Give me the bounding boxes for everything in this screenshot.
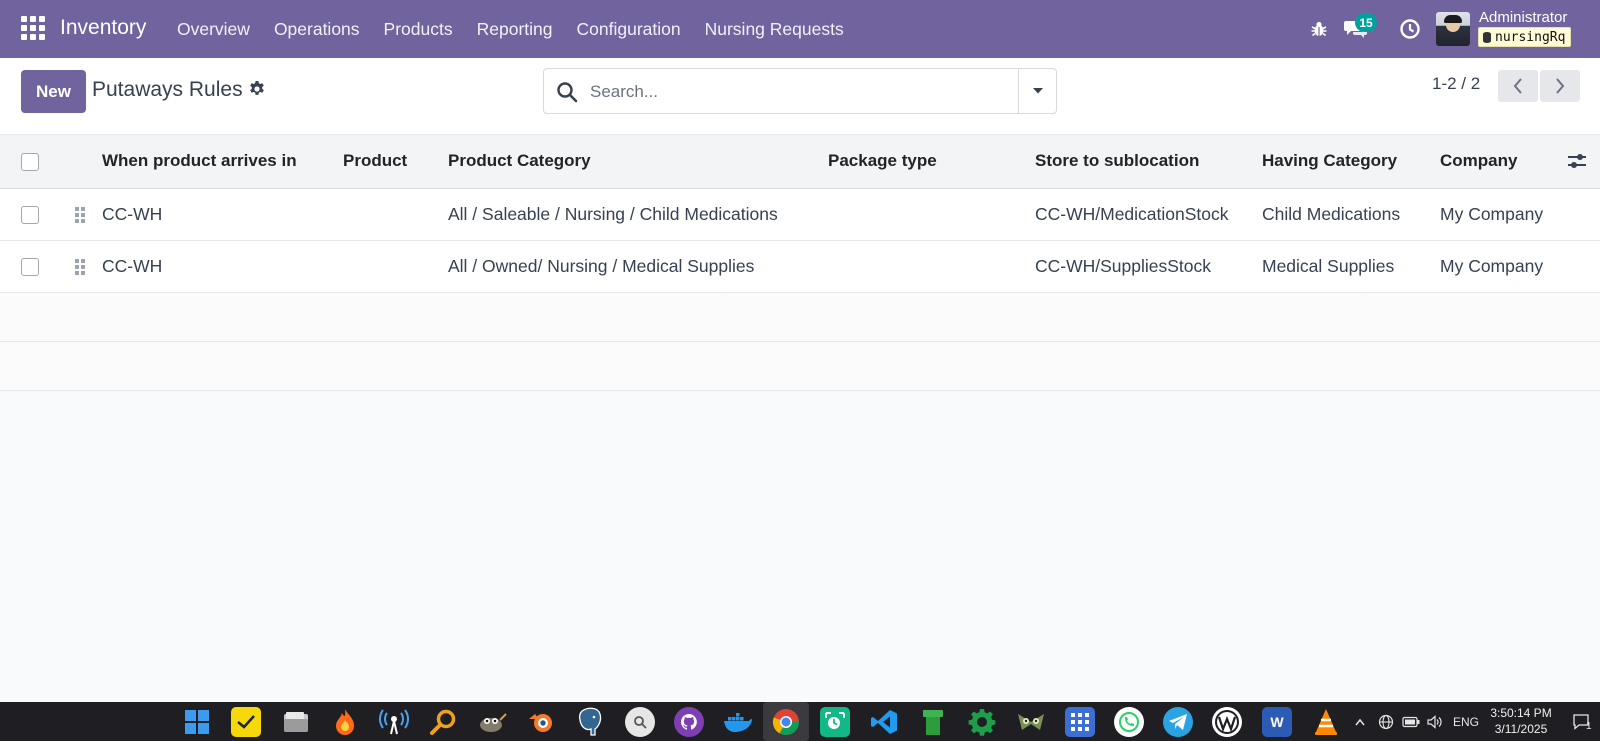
database-name: nursingRq	[1495, 29, 1566, 45]
windows-taskbar: W ENG 3:50:14 PM 3/11/2025 1	[0, 702, 1600, 741]
new-button[interactable]: New	[21, 70, 86, 113]
column-header-store-to-sublocation[interactable]: Store to sublocation	[1035, 151, 1199, 171]
chrome-icon[interactable]	[771, 707, 801, 737]
database-chip: nursingRq	[1478, 27, 1572, 47]
menu-products[interactable]: Products	[372, 19, 465, 40]
messages-count-badge: 15	[1355, 13, 1377, 32]
search-box	[543, 68, 1057, 114]
caret-down-icon	[1032, 88, 1043, 94]
telegram-icon[interactable]	[1163, 707, 1193, 737]
bug-icon[interactable]	[1307, 17, 1331, 41]
empty-row	[0, 293, 1600, 342]
pager-previous-button[interactable]	[1498, 70, 1538, 102]
drag-handle-icon[interactable]	[75, 259, 85, 275]
volume-icon[interactable]	[1426, 702, 1444, 741]
whatsapp-icon[interactable]	[1114, 707, 1144, 737]
row-checkbox[interactable]	[21, 258, 39, 276]
table-header: When product arrives in Product Product …	[0, 135, 1600, 189]
cell-arrives-in: CC-WH	[102, 204, 163, 224]
app-grid-icon[interactable]	[1065, 707, 1095, 737]
column-header-product-category[interactable]: Product Category	[448, 151, 591, 171]
globe-icon[interactable]	[1378, 702, 1394, 741]
cell-arrives-in: CC-WH	[102, 256, 163, 276]
user-avatar[interactable]	[1436, 12, 1470, 46]
cell-company: My Company	[1440, 256, 1544, 276]
column-header-product[interactable]: Product	[343, 151, 407, 171]
table-row[interactable]: CC-WH All / Saleable / Nursing / Child M…	[0, 189, 1600, 241]
search-input[interactable]	[590, 77, 1020, 107]
column-header-arrives-in[interactable]: When product arrives in	[102, 151, 297, 171]
empty-row	[0, 342, 1600, 391]
clock-date: 3/11/2025	[1494, 722, 1548, 736]
cell-having-category: Child Medications	[1262, 204, 1401, 224]
battery-icon[interactable]	[1402, 702, 1420, 741]
network-tool-icon[interactable]	[379, 707, 409, 737]
menu-operations[interactable]: Operations	[262, 19, 372, 40]
cell-store-to-sublocation: CC-WH/SuppliesStock	[1035, 256, 1212, 276]
menu-nursing-requests[interactable]: Nursing Requests	[693, 19, 856, 40]
row-checkbox[interactable]	[21, 206, 39, 224]
cell-store-to-sublocation: CC-WH/MedicationStock	[1035, 204, 1229, 224]
table-row[interactable]: CC-WH All / Owned/ Nursing / Medical Sup…	[0, 241, 1600, 293]
file-explorer-icon[interactable]	[281, 707, 311, 737]
cell-company: My Company	[1440, 204, 1544, 224]
blender-icon[interactable]	[526, 707, 556, 737]
search-app-icon[interactable]	[625, 707, 655, 737]
github-desktop-icon[interactable]	[674, 707, 704, 737]
wordpress-icon[interactable]	[1212, 707, 1242, 737]
pager-next-button[interactable]	[1540, 70, 1580, 102]
screen-capture-icon[interactable]	[820, 707, 850, 737]
notifications-count: 1	[1586, 721, 1592, 732]
top-navbar: Inventory Overview Operations Products R…	[0, 0, 1600, 58]
chevron-right-icon	[1556, 78, 1565, 94]
putaway-rules-table: When product arrives in Product Product …	[0, 135, 1600, 391]
notifications-icon[interactable]: 1	[1572, 702, 1592, 741]
main-menu: Overview Operations Products Reporting C…	[165, 0, 856, 58]
control-panel: New Putaways Rules 1-2 / 2	[0, 58, 1600, 135]
app-menu-icon[interactable]	[21, 16, 45, 40]
search-icon	[557, 82, 578, 103]
pager-value[interactable]: 1-2 / 2	[1432, 74, 1480, 94]
taskbar-clock[interactable]: 3:50:14 PM 3/11/2025	[1478, 705, 1564, 737]
menu-reporting[interactable]: Reporting	[465, 19, 565, 40]
gear-icon[interactable]	[248, 80, 266, 98]
postgresql-icon[interactable]	[575, 707, 605, 737]
database-icon	[1483, 31, 1491, 43]
gimp-icon[interactable]	[477, 707, 507, 737]
mantis-icon[interactable]	[1016, 707, 1046, 737]
menu-overview[interactable]: Overview	[165, 19, 262, 40]
column-header-package-type[interactable]: Package type	[828, 151, 937, 171]
settings-gear-icon[interactable]	[967, 707, 997, 737]
optional-columns-icon[interactable]	[1567, 152, 1589, 172]
drag-handle-icon[interactable]	[75, 207, 85, 223]
select-all-checkbox[interactable]	[21, 153, 39, 171]
vlc-icon[interactable]	[1311, 707, 1341, 737]
firebase-icon[interactable]	[330, 707, 360, 737]
clock-time: 3:50:14 PM	[1490, 706, 1552, 720]
column-header-company[interactable]: Company	[1440, 151, 1517, 171]
page-title: Putaways Rules	[92, 78, 243, 101]
vscode-icon[interactable]	[869, 707, 899, 737]
search-options-toggle[interactable]	[1018, 69, 1056, 113]
windows-start-icon[interactable]	[182, 707, 212, 737]
chevron-left-icon	[1513, 78, 1522, 94]
activity-clock-icon[interactable]	[1398, 17, 1422, 41]
pipe-app-icon[interactable]	[918, 707, 948, 737]
cell-product-category: All / Saleable / Nursing / Child Medicat…	[448, 204, 778, 224]
language-indicator[interactable]: ENG	[1453, 702, 1479, 741]
user-name[interactable]: Administrator	[1479, 9, 1567, 26]
cell-product-category: All / Owned/ Nursing / Medical Supplies	[448, 256, 755, 276]
docker-icon[interactable]	[723, 707, 753, 737]
sticky-notes-icon[interactable]	[231, 707, 261, 737]
cell-having-category: Medical Supplies	[1262, 256, 1395, 276]
word-icon[interactable]: W	[1262, 707, 1292, 737]
column-header-having-category[interactable]: Having Category	[1262, 151, 1397, 171]
search-tool-icon[interactable]	[428, 707, 458, 737]
menu-configuration[interactable]: Configuration	[565, 19, 693, 40]
app-name[interactable]: Inventory	[60, 16, 146, 40]
tray-overflow-icon[interactable]	[1355, 702, 1365, 741]
